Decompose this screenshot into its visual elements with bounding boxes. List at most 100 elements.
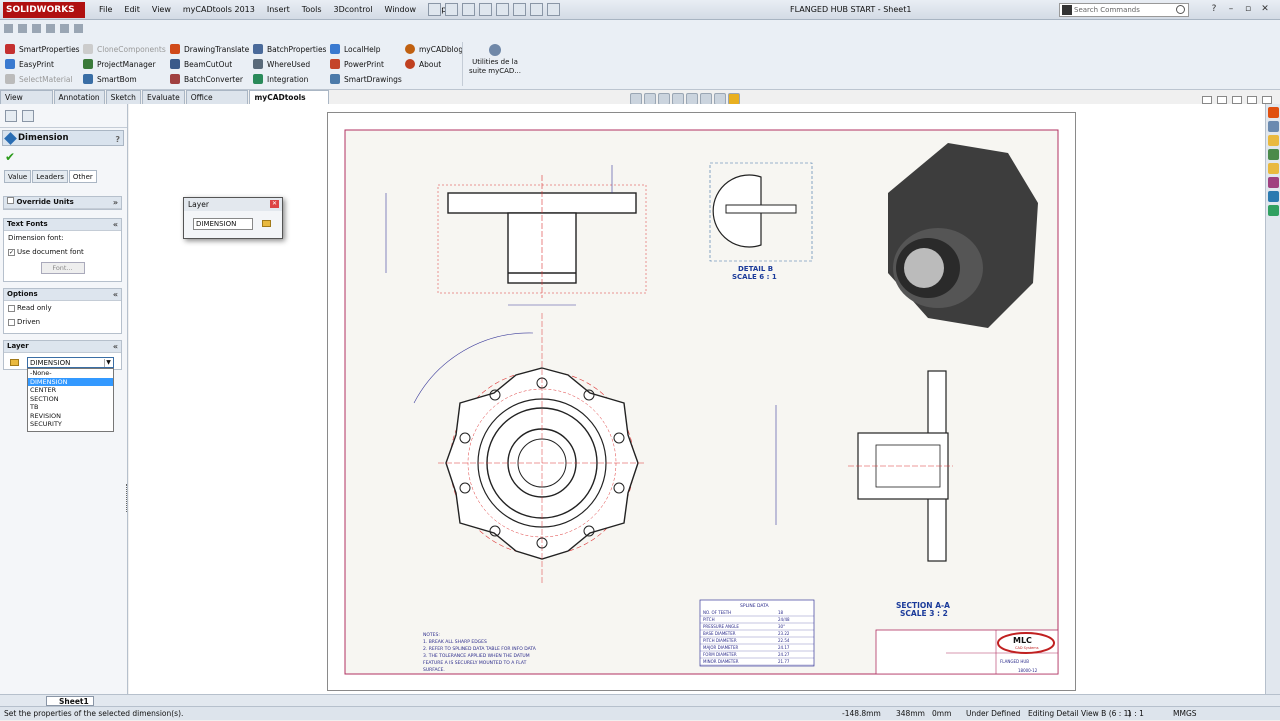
rebuild-icon[interactable]	[530, 3, 543, 16]
layer-properties-icon[interactable]	[262, 220, 271, 227]
search-type-icon[interactable]	[1062, 5, 1072, 15]
options-icon[interactable]	[547, 3, 560, 16]
override-units-group[interactable]: Override Units»	[3, 196, 122, 210]
chevron-down-icon[interactable]: »	[113, 197, 118, 208]
view-close-icon[interactable]	[1262, 96, 1272, 104]
arrow-icon[interactable]	[18, 24, 27, 33]
tab-annotation[interactable]: Annotation	[53, 90, 105, 104]
projectmanager-button[interactable]: ProjectManager	[83, 59, 156, 69]
layer-properties-icon[interactable]	[10, 359, 19, 366]
tab-view-layout[interactable]: View Layout	[0, 90, 53, 115]
view-minimize-icon[interactable]	[1202, 96, 1212, 104]
view-tile-icon[interactable]	[1217, 96, 1227, 104]
chevron-up-icon[interactable]: «	[113, 289, 118, 300]
tab-mycadtools[interactable]: myCADtools 2013	[249, 90, 329, 115]
appearances-icon[interactable]	[1268, 177, 1279, 188]
fit-icon[interactable]	[46, 24, 55, 33]
smartdrawings-button[interactable]: SmartDrawings	[330, 74, 402, 84]
open-icon[interactable]	[445, 3, 458, 16]
resources-icon[interactable]	[1268, 107, 1279, 118]
menu-edit[interactable]: Edit	[118, 5, 146, 14]
tab-leaders[interactable]: Leaders	[32, 170, 68, 183]
spline-data-table[interactable]: SPLINE DATA NO. OF TEETH 18 PITCH 24/48 PRES…	[699, 599, 815, 667]
save-icon[interactable]	[462, 3, 475, 16]
use-document-font-checkbox[interactable]: ✓	[8, 248, 15, 256]
batchproperties-button[interactable]: BatchProperties	[253, 44, 326, 54]
menu-tools[interactable]: Tools	[296, 5, 328, 14]
design-library-icon[interactable]	[1268, 121, 1279, 132]
minimize-icon[interactable]: –	[1224, 3, 1238, 15]
easyprint-button[interactable]: EasyPrint	[5, 59, 54, 69]
ok-check-icon[interactable]: ✔	[5, 150, 15, 164]
layer-option[interactable]: TB	[28, 403, 113, 412]
feature-tree-tab-icon[interactable]	[22, 110, 34, 122]
layer-option[interactable]: REVISION	[28, 412, 113, 421]
forum-icon[interactable]	[1268, 205, 1279, 216]
drawingtranslate-button[interactable]: DrawingTranslate	[170, 44, 249, 54]
selectmaterial-button[interactable]: SelectMaterial	[5, 74, 73, 84]
integration-button[interactable]: Integration	[253, 74, 308, 84]
restore-icon[interactable]: ▫	[1241, 3, 1255, 15]
tab-other[interactable]: Other	[68, 170, 97, 183]
file-explorer-icon[interactable]	[1268, 135, 1279, 146]
tab-sketch[interactable]: Sketch	[105, 90, 141, 104]
search-icon[interactable]	[1176, 5, 1185, 14]
folder-icon[interactable]	[1268, 163, 1279, 174]
menu-3dcontrol[interactable]: 3Dcontrol	[328, 5, 379, 14]
read-only-checkbox[interactable]	[8, 304, 15, 312]
layer-option[interactable]: -None-	[28, 369, 113, 378]
layer-popup-select[interactable]: DIMENSION	[193, 218, 253, 230]
menu-file[interactable]: File	[93, 5, 118, 14]
property-manager-tab-icon[interactable]	[5, 110, 17, 122]
mycadblog-button[interactable]: myCADblog	[405, 44, 463, 54]
layer-option-selected[interactable]: DIMENSION	[28, 377, 113, 386]
localhelp-button[interactable]: LocalHelp	[330, 44, 381, 54]
dropdown-arrow-icon[interactable]: ▼	[104, 359, 112, 367]
home-icon[interactable]	[60, 24, 69, 33]
help-icon[interactable]: ?	[1207, 3, 1221, 15]
about-button[interactable]: About	[405, 59, 441, 69]
solidworks-logo[interactable]: SOLIDWORKS	[3, 2, 85, 18]
batchconverter-button[interactable]: BatchConverter	[170, 74, 243, 84]
view-palette-icon[interactable]	[1268, 149, 1279, 160]
help-icon[interactable]: ?	[115, 132, 120, 147]
driven-checkbox[interactable]	[8, 318, 15, 326]
layer-option[interactable]: CENTER	[28, 386, 113, 395]
menu-mycadtools[interactable]: myCADtools 2013	[177, 5, 261, 14]
undo-icon[interactable]	[496, 3, 509, 16]
new-icon[interactable]	[428, 3, 441, 16]
utilities-button[interactable]: Utilities de la suite myCAD...	[466, 44, 524, 76]
close-icon[interactable]: ✕	[1258, 3, 1272, 15]
smartproperties-button[interactable]: SmartProperties	[5, 44, 80, 54]
select-icon[interactable]	[513, 3, 526, 16]
override-units-checkbox[interactable]	[7, 197, 14, 204]
layer-option[interactable]: SECTION	[28, 395, 113, 404]
status-units[interactable]: MMGS	[1173, 707, 1197, 721]
menu-insert[interactable]: Insert	[261, 5, 296, 14]
font-button[interactable]: Font...	[40, 262, 85, 274]
close-icon[interactable]: ✕	[270, 200, 279, 208]
chevron-up-icon[interactable]: «	[113, 341, 118, 352]
clonecomponents-button[interactable]: CloneComponents	[83, 44, 166, 54]
layer-select[interactable]: DIMENSION ▼	[27, 357, 114, 368]
line-icon[interactable]	[4, 24, 13, 33]
tab-office-products[interactable]: Office Products	[185, 90, 249, 115]
search-input[interactable]: Search Commands	[1074, 6, 1140, 14]
print-icon[interactable]	[479, 3, 492, 16]
menu-window[interactable]: Window	[379, 5, 423, 14]
search-commands[interactable]: Search Commands	[1059, 3, 1189, 17]
view-maximize-icon[interactable]	[1247, 96, 1257, 104]
menu-view[interactable]: View	[146, 5, 177, 14]
smartbom-button[interactable]: SmartBom	[83, 74, 137, 84]
tab-value[interactable]: Value	[4, 170, 32, 183]
lightbulb-icon[interactable]	[74, 24, 83, 33]
tab-evaluate[interactable]: Evaluate	[141, 90, 185, 104]
custom-properties-icon[interactable]	[1268, 191, 1279, 202]
beamcutout-button[interactable]: BeamCutOut	[170, 59, 232, 69]
move-icon[interactable]	[32, 24, 41, 33]
layer-option[interactable]: SECURITY	[28, 420, 113, 429]
powerprint-button[interactable]: PowerPrint	[330, 59, 384, 69]
drawing-sheet[interactable]: DETAIL B SCALE 6 : 1 SECTION A-A SCALE 3…	[327, 112, 1076, 691]
view-restore-icon[interactable]	[1232, 96, 1242, 104]
chevron-up-icon[interactable]: «	[113, 219, 118, 230]
